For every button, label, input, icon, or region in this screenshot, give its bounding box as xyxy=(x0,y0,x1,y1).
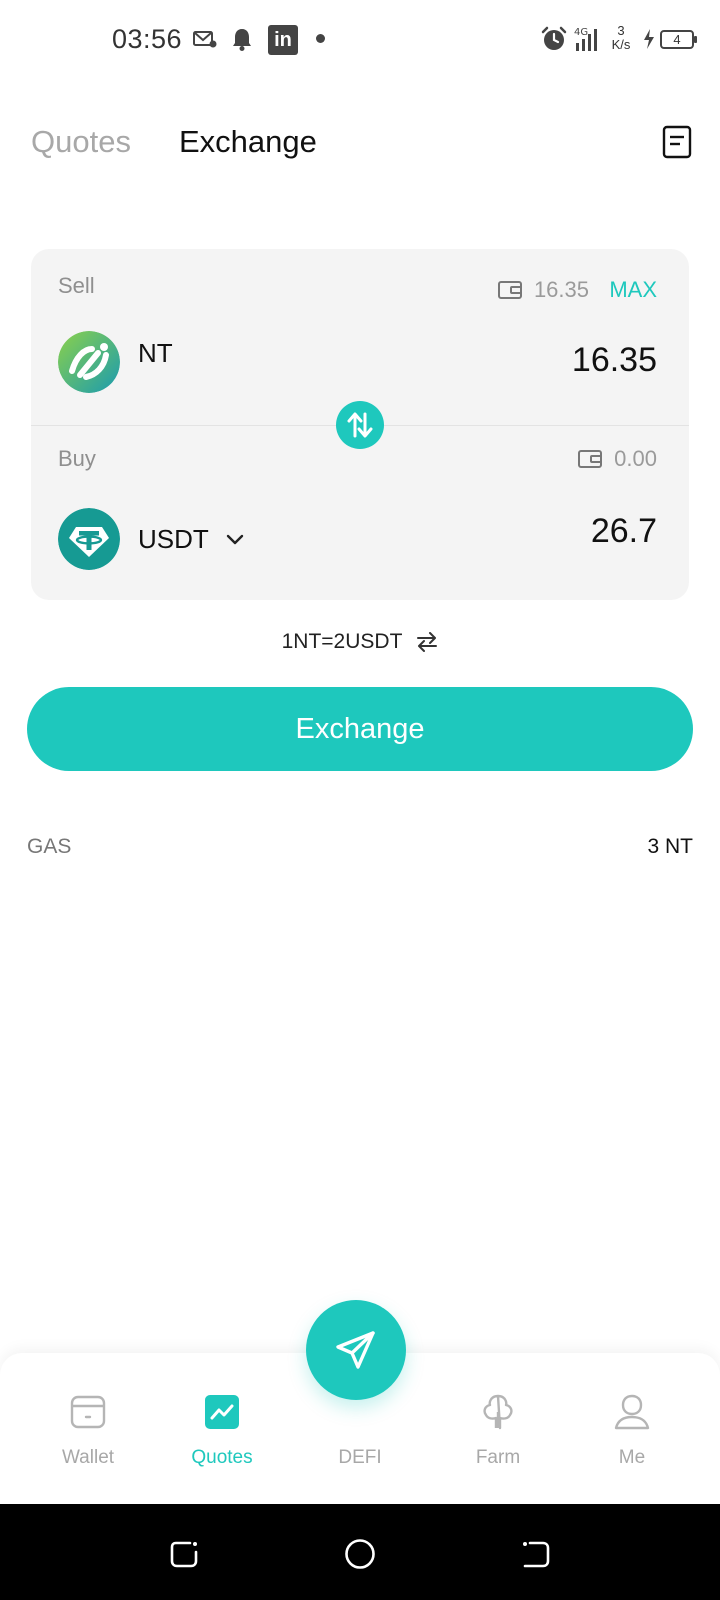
notification-dot-icon xyxy=(316,34,325,43)
tree-icon xyxy=(483,1394,513,1430)
exchange-rate: 1NT=2USDT xyxy=(0,630,720,654)
tab-exchange[interactable]: Exchange xyxy=(179,124,317,160)
nav-defi[interactable]: DEFI xyxy=(300,1391,420,1469)
nav-me[interactable]: Me xyxy=(572,1391,692,1469)
sell-amount-input[interactable] xyxy=(357,341,657,380)
system-navigation-bar xyxy=(0,1504,720,1600)
sell-balance: 16.35 xyxy=(497,277,589,303)
network-speed: 3 K/s xyxy=(611,23,631,52)
svg-text:4G: 4G xyxy=(574,27,588,38)
back-button[interactable] xyxy=(520,1538,552,1570)
send-icon xyxy=(336,1331,375,1369)
back-icon xyxy=(523,1541,550,1568)
sell-label: Sell xyxy=(58,273,95,298)
home-button[interactable] xyxy=(344,1538,376,1570)
max-button[interactable]: MAX xyxy=(609,277,657,303)
battery-indicator: 4 xyxy=(660,30,697,49)
charging-icon xyxy=(640,24,658,54)
buy-balance: 0.00 xyxy=(578,446,657,472)
usdt-token-logo-icon xyxy=(58,508,120,570)
gas-value: 3 NT xyxy=(647,835,693,858)
buy-token-name: USDT xyxy=(138,523,209,554)
exchange-rate-text: 1NT=2USDT xyxy=(281,630,403,653)
document-icon xyxy=(662,125,692,159)
buy-label: Buy xyxy=(58,446,96,471)
home-circle-icon xyxy=(345,1539,375,1569)
user-icon xyxy=(614,1394,650,1430)
linkedin-icon: in xyxy=(268,25,298,55)
recents-button[interactable] xyxy=(168,1538,200,1570)
tab-quotes[interactable]: Quotes xyxy=(31,124,131,160)
records-button[interactable] xyxy=(662,125,692,159)
chevron-down-icon xyxy=(226,534,243,545)
status-bar: 03:56 in 4G 3 K/s 4 xyxy=(0,0,720,80)
swap-arrows-icon xyxy=(347,412,373,438)
nav-quotes[interactable]: Quotes xyxy=(162,1391,282,1469)
recents-icon xyxy=(170,1541,198,1568)
swap-card: Sell 16.35 MAX NT Buy 0.00 xyxy=(31,249,689,600)
header-tabs: Quotes Exchange xyxy=(0,120,720,180)
sell-token: NT xyxy=(58,331,173,393)
alarm-icon xyxy=(540,24,568,54)
wallet-icon xyxy=(70,1395,106,1429)
buy-amount-input[interactable] xyxy=(357,512,657,551)
bell-icon xyxy=(230,24,254,54)
wallet-icon xyxy=(578,450,603,468)
sell-token-name: NT xyxy=(138,337,173,368)
exchange-button[interactable]: Exchange xyxy=(27,687,693,771)
nav-farm[interactable]: Farm xyxy=(438,1391,558,1469)
mail-icon xyxy=(192,24,218,54)
nav-wallet[interactable]: Wallet xyxy=(28,1391,148,1469)
buy-token-selector[interactable]: USDT xyxy=(58,508,245,570)
defi-fab-button[interactable] xyxy=(306,1300,406,1400)
gas-label: GAS xyxy=(27,835,72,858)
swap-direction-button[interactable] xyxy=(336,401,384,449)
rate-toggle-icon[interactable] xyxy=(416,632,438,652)
status-time: 03:56 xyxy=(112,24,183,54)
nt-token-logo-icon xyxy=(58,331,120,393)
signal-icon: 4G xyxy=(574,24,604,54)
wallet-icon xyxy=(497,281,522,299)
chart-icon xyxy=(205,1395,239,1429)
